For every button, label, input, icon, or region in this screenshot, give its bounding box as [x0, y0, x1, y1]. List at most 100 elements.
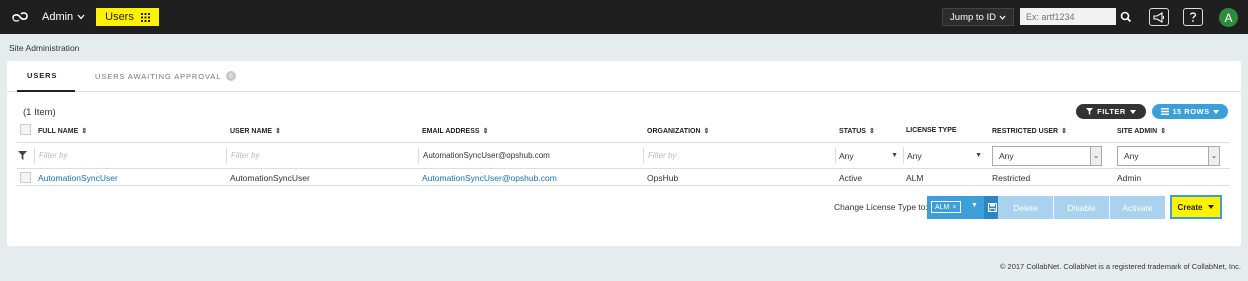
funnel-icon: [18, 151, 27, 160]
restricted-user-cell: Restricted: [992, 173, 1031, 183]
users-panel: USERS USERS AWAITING APPROVAL 0 (1 Item)…: [7, 61, 1241, 246]
users-button-label: Users: [105, 11, 134, 23]
avatar-letter: A: [1224, 10, 1233, 25]
sort-icon: ⇕: [703, 128, 710, 135]
sort-icon: ⇕: [1061, 128, 1067, 135]
email-filter-input[interactable]: AutomationSyncUser@opshub.com: [418, 147, 640, 164]
full-name-filter-input[interactable]: Filter by: [34, 147, 224, 164]
select-all-checkbox[interactable]: [20, 124, 31, 135]
jump-to-id-dropdown[interactable]: Jump to ID: [942, 8, 1014, 26]
remove-tag-icon[interactable]: ×: [952, 204, 956, 211]
chevron-down-icon: [999, 15, 1006, 20]
site-admin-filter-select[interactable]: Any ⌄: [1117, 146, 1220, 166]
email-link[interactable]: AutomationSyncUser@opshub.com: [422, 173, 557, 183]
column-header-organization[interactable]: ORGANIZATION ⇕: [647, 127, 710, 136]
license-type-filter-select[interactable]: Any ▼: [903, 147, 985, 164]
status-cell: Active: [839, 173, 863, 183]
full-name-link[interactable]: AutomationSyncUser: [38, 173, 118, 183]
filter-button[interactable]: FILTER: [1076, 104, 1146, 119]
chevron-down-icon: ⌄: [1208, 147, 1219, 165]
top-navigation-bar: Admin Users Jump to ID A: [0, 0, 1248, 34]
item-count: (1 Item): [23, 107, 56, 118]
tab-users[interactable]: USERS: [27, 71, 57, 80]
count-badge: 0: [226, 71, 237, 81]
divider: [17, 185, 1230, 186]
column-header-restricted-user[interactable]: RESTRICTED USER ⇕: [992, 127, 1067, 136]
jump-to-id-label: Jump to ID: [950, 11, 996, 23]
user-name-filter-input[interactable]: Filter by: [226, 147, 416, 164]
admin-menu[interactable]: Admin: [42, 11, 85, 23]
jump-to-id-input[interactable]: [1020, 8, 1116, 25]
rows-per-page-button[interactable]: 15 ROWS: [1152, 104, 1228, 119]
sort-icon: ⇕: [1160, 128, 1167, 135]
column-header-full-name[interactable]: FULL NAME ⇕: [38, 127, 88, 136]
organization-filter-input[interactable]: Filter by: [643, 147, 833, 164]
delete-button[interactable]: Delete: [998, 196, 1053, 219]
column-header-label: RESTRICTED USER: [992, 127, 1059, 135]
column-header-user-name[interactable]: USER NAME ⇕: [230, 127, 281, 136]
save-icon: [987, 203, 997, 212]
column-header-label: USER NAME: [230, 127, 273, 135]
caret-down-icon: [1208, 205, 1215, 209]
rows-icon: [1161, 108, 1170, 115]
column-header-status[interactable]: STATUS ⇕: [839, 127, 875, 136]
funnel-icon: [1086, 108, 1094, 115]
status-filter-value: Any: [839, 150, 854, 161]
caret-down-icon: [1129, 109, 1136, 114]
caret-down-icon: [1212, 109, 1219, 114]
help-icon: [1189, 12, 1197, 22]
collabnet-logo-icon[interactable]: [10, 9, 30, 25]
column-header-label: SITE ADMIN: [1117, 127, 1158, 135]
column-header-license-type: LICENSE TYPE: [906, 127, 957, 134]
chevron-down-icon: ⌄: [1090, 147, 1101, 165]
chevron-down-icon: [77, 14, 85, 20]
change-license-label: Change License Type to:: [834, 202, 928, 212]
column-header-label: STATUS: [839, 127, 866, 135]
license-type-filter-value: Any: [907, 150, 922, 161]
rows-button-label: 15 ROWS: [1172, 107, 1210, 116]
users-app-button[interactable]: Users: [96, 8, 159, 26]
create-button-label: Create: [1177, 202, 1203, 212]
column-header-label: EMAIL ADDRESS: [422, 127, 480, 135]
help-button[interactable]: [1183, 8, 1203, 26]
active-tab-indicator: [17, 90, 75, 92]
divider: [17, 168, 1230, 169]
restricted-user-filter-select[interactable]: Any ⌄: [992, 146, 1102, 166]
organization-cell: OpsHub: [647, 173, 679, 183]
grid-icon: [140, 12, 150, 22]
disable-button[interactable]: Disable: [1054, 196, 1109, 219]
license-tag-label: ALM: [935, 203, 950, 211]
sort-icon: ⇕: [868, 128, 875, 135]
license-tag: ALM ×: [931, 201, 961, 213]
row-checkbox[interactable]: [20, 172, 31, 183]
user-name-cell: AutomationSyncUser: [230, 173, 310, 183]
column-header-label: LICENSE TYPE: [906, 127, 957, 134]
column-header-site-admin[interactable]: SITE ADMIN ⇕: [1117, 127, 1167, 136]
tab-bar: USERS USERS AWAITING APPROVAL 0: [7, 61, 1241, 92]
tab-users-awaiting-approval[interactable]: USERS AWAITING APPROVAL 0: [95, 71, 237, 81]
megaphone-icon: [1153, 11, 1164, 23]
restricted-user-filter-value: Any: [999, 151, 1014, 161]
sort-icon: ⇕: [81, 128, 88, 135]
tab-label: USERS AWAITING APPROVAL: [95, 71, 222, 81]
divider: [17, 142, 1230, 143]
page-title: Site Administration: [9, 43, 80, 53]
footer-copyright: © 2017 CollabNet. CollabNet is a registe…: [999, 262, 1241, 271]
activate-button[interactable]: Activate: [1110, 196, 1165, 219]
search-icon[interactable]: [1119, 9, 1133, 25]
site-admin-cell: Admin: [1117, 173, 1142, 183]
sort-icon: ⇕: [275, 128, 281, 135]
status-filter-select[interactable]: Any ▼: [835, 147, 901, 164]
caret-down-icon[interactable]: ▼: [971, 202, 978, 209]
column-header-email-address[interactable]: EMAIL ADDRESS ⇕: [422, 127, 488, 136]
column-header-label: ORGANIZATION: [647, 127, 701, 135]
create-button[interactable]: Create: [1170, 195, 1222, 219]
announcements-button[interactable]: [1149, 8, 1169, 26]
user-avatar[interactable]: A: [1219, 8, 1238, 27]
caret-down-icon: ▼: [891, 152, 898, 159]
site-admin-filter-value: Any: [1124, 151, 1139, 161]
column-header-label: FULL NAME: [38, 127, 79, 135]
email-filter-value: AutomationSyncUser@opshub.com: [423, 151, 550, 160]
caret-down-icon: ▼: [975, 152, 982, 159]
license-type-cell: ALM: [906, 173, 924, 183]
